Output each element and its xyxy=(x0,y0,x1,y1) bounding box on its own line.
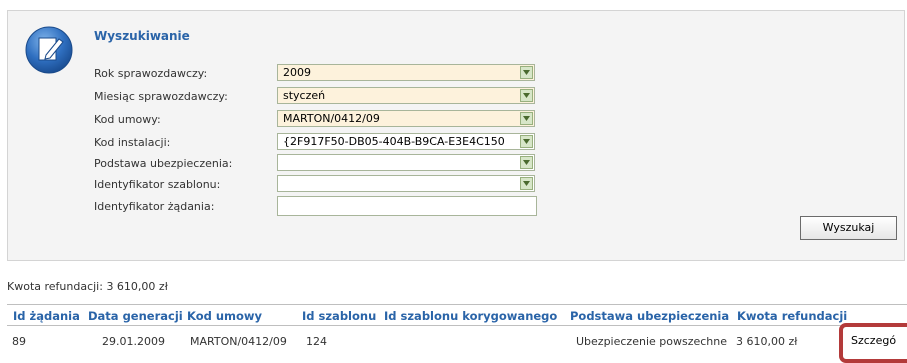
label-kod-instalacji: Kod instalacji: xyxy=(94,136,171,149)
cell-date: 29.01.2009 xyxy=(102,335,165,348)
search-button[interactable]: Wyszukaj xyxy=(800,216,897,240)
label-identyfikator-szablonu: Identyfikator szablonu: xyxy=(94,178,221,191)
col-id-zadania[interactable]: Id żądania xyxy=(13,309,80,323)
cell-amount: 3 610,00 zł xyxy=(736,335,798,348)
label-identyfikator-zadania: Identyfikator żądania: xyxy=(94,200,215,213)
col-podstawa-ubezpieczenia[interactable]: Podstawa ubezpieczenia xyxy=(570,309,729,323)
rok-value: 2009 xyxy=(283,66,311,79)
table-header: Id żądania Data generacji Kod umowy Id s… xyxy=(7,304,907,326)
miesiac-select[interactable]: styczeń xyxy=(277,87,535,104)
cell-template: 124 xyxy=(306,335,327,348)
edit-document-icon xyxy=(25,26,73,74)
chevron-down-icon[interactable] xyxy=(520,112,533,125)
chevron-down-icon[interactable] xyxy=(520,177,533,190)
label-rok: Rok sprawozdawczy: xyxy=(94,67,208,80)
kod-instalacji-value: {2F917F50-DB05-404B-B9CA-E3E4C150 xyxy=(283,135,505,148)
search-title: Wyszukiwanie xyxy=(94,29,190,43)
details-label: Szczegó xyxy=(851,334,897,347)
identyfikator-szablonu-select[interactable] xyxy=(277,175,535,192)
col-kod-umowy[interactable]: Kod umowy xyxy=(187,309,262,323)
miesiac-value: styczeń xyxy=(283,89,326,102)
kod-umowy-value: MARTON/0412/09 xyxy=(283,112,380,125)
chevron-down-icon[interactable] xyxy=(520,66,533,79)
col-id-szablonu-korygowanego[interactable]: Id szablonu korygowanego xyxy=(384,309,557,323)
cell-basis: Ubezpieczenie powszechne xyxy=(576,335,728,348)
details-button[interactable]: Szczegó xyxy=(839,323,907,363)
podstawa-select[interactable] xyxy=(277,154,535,171)
chevron-down-icon[interactable] xyxy=(520,156,533,169)
kod-instalacji-select[interactable]: {2F917F50-DB05-404B-B9CA-E3E4C150 xyxy=(277,133,535,150)
chevron-down-icon[interactable] xyxy=(520,89,533,102)
kod-umowy-select[interactable]: MARTON/0412/09 xyxy=(277,110,535,127)
label-podstawa: Podstawa ubezpieczenia: xyxy=(94,157,233,170)
chevron-down-icon[interactable] xyxy=(520,135,533,148)
label-kod-umowy: Kod umowy: xyxy=(94,113,161,126)
cell-contract: MARTON/0412/09 xyxy=(190,335,287,348)
search-panel: Wyszukiwanie Rok sprawozdawczy: 2009 Mie… xyxy=(7,10,905,261)
label-miesiac: Miesiąc sprawozdawczy: xyxy=(94,90,228,103)
cell-id: 89 xyxy=(12,335,26,348)
col-data-generacji[interactable]: Data generacji xyxy=(88,309,183,323)
identyfikator-zadania-input[interactable] xyxy=(277,196,537,216)
rok-select[interactable]: 2009 xyxy=(277,64,535,81)
total-refund-summary: Kwota refundacji: 3 610,00 zł xyxy=(7,280,168,293)
col-kwota-refundacji[interactable]: Kwota refundacji xyxy=(737,309,847,323)
col-id-szablonu[interactable]: Id szablonu xyxy=(302,309,376,323)
